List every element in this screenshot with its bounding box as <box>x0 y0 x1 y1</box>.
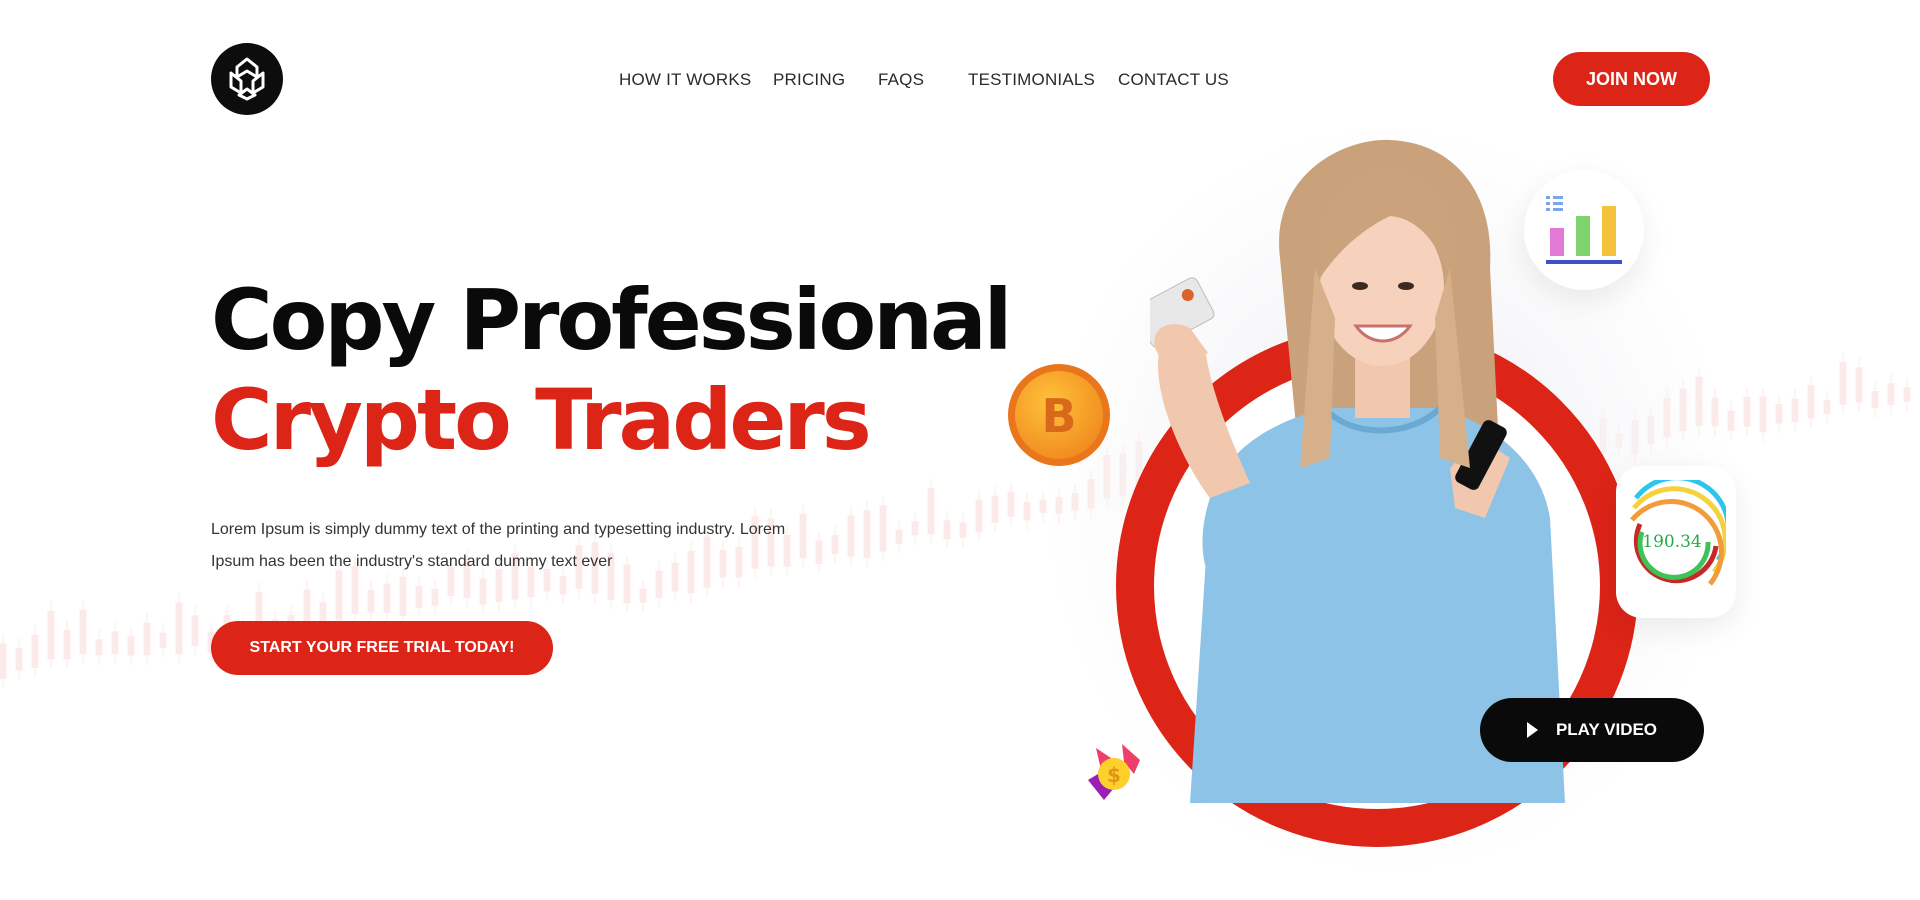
background-candle <box>143 622 151 656</box>
background-candle <box>63 629 71 660</box>
background-candle <box>975 499 983 533</box>
nav-pricing[interactable]: PRICING <box>773 70 845 90</box>
background-candle <box>879 505 887 552</box>
background-candle <box>959 522 967 538</box>
background-candle <box>1023 501 1031 521</box>
background-candle <box>911 521 919 536</box>
svg-text:B: B <box>1041 389 1076 443</box>
free-trial-button[interactable]: START YOUR FREE TRIAL TODAY! <box>211 621 553 675</box>
background-candle <box>399 576 407 616</box>
nav-contact-us[interactable]: CONTACT US <box>1118 70 1229 90</box>
background-candle <box>847 515 855 557</box>
background-candle <box>127 636 135 656</box>
background-candle <box>1839 362 1847 405</box>
logo[interactable] <box>211 43 283 115</box>
background-candle <box>1823 399 1831 415</box>
gauge-value: 190.34 <box>1642 532 1702 552</box>
background-candle <box>415 585 423 608</box>
background-candle <box>47 610 55 660</box>
background-candle <box>895 529 903 545</box>
background-candle <box>175 602 183 655</box>
background-candle <box>95 639 103 656</box>
background-candle <box>1887 383 1895 406</box>
background-candle <box>639 588 647 603</box>
background-candle <box>1903 387 1911 402</box>
bitcoin-coin-icon: B <box>1008 364 1110 466</box>
hero-title: Copy Professional Crypto Traders <box>211 270 1012 470</box>
svg-text:$: $ <box>1107 763 1121 787</box>
background-candle <box>927 488 935 535</box>
nav-faqs[interactable]: FAQS <box>878 70 924 90</box>
background-candle <box>991 495 999 523</box>
background-candle <box>1807 385 1815 419</box>
nav-how-it-works[interactable]: HOW IT WORKS <box>619 70 751 90</box>
background-candle <box>79 609 87 654</box>
hero-title-line1: Copy Professional <box>211 271 1012 369</box>
play-video-button[interactable]: PLAY VIDEO <box>1480 698 1704 762</box>
background-candle <box>1743 396 1751 427</box>
background-candle <box>431 588 439 606</box>
background-candle <box>943 520 951 540</box>
background-candle <box>559 576 567 595</box>
play-icon <box>1526 722 1538 738</box>
background-candle <box>1007 491 1015 517</box>
hero-description: Lorem Ipsum is simply dummy text of the … <box>211 521 786 570</box>
background-candle <box>479 578 487 605</box>
background-candle <box>863 510 871 558</box>
nav-testimonials[interactable]: TESTIMONIALS <box>968 70 1095 90</box>
background-candle <box>1775 403 1783 424</box>
background-candle <box>831 534 839 555</box>
background-candle <box>15 647 23 671</box>
background-candle <box>383 583 391 613</box>
background-candle <box>367 589 375 613</box>
bar-chart-card <box>1524 170 1644 290</box>
background-candle <box>31 634 39 669</box>
background-candle <box>1759 396 1767 433</box>
logo-icon <box>229 57 265 101</box>
background-candle <box>335 570 343 621</box>
background-candle <box>191 615 199 647</box>
play-video-label: PLAY VIDEO <box>1555 720 1658 739</box>
background-candle <box>159 632 167 648</box>
join-now-button[interactable]: JOIN NOW <box>1553 52 1710 106</box>
background-candle <box>111 631 119 654</box>
dollar-exchange-icon: $ <box>1088 744 1140 800</box>
bar-chart-icon <box>1546 196 1622 264</box>
background-candle <box>1871 391 1879 409</box>
hero-title-line2: Crypto Traders <box>211 371 872 469</box>
background-candle <box>1855 367 1863 403</box>
background-candle <box>0 643 7 679</box>
background-candle <box>1791 398 1799 422</box>
